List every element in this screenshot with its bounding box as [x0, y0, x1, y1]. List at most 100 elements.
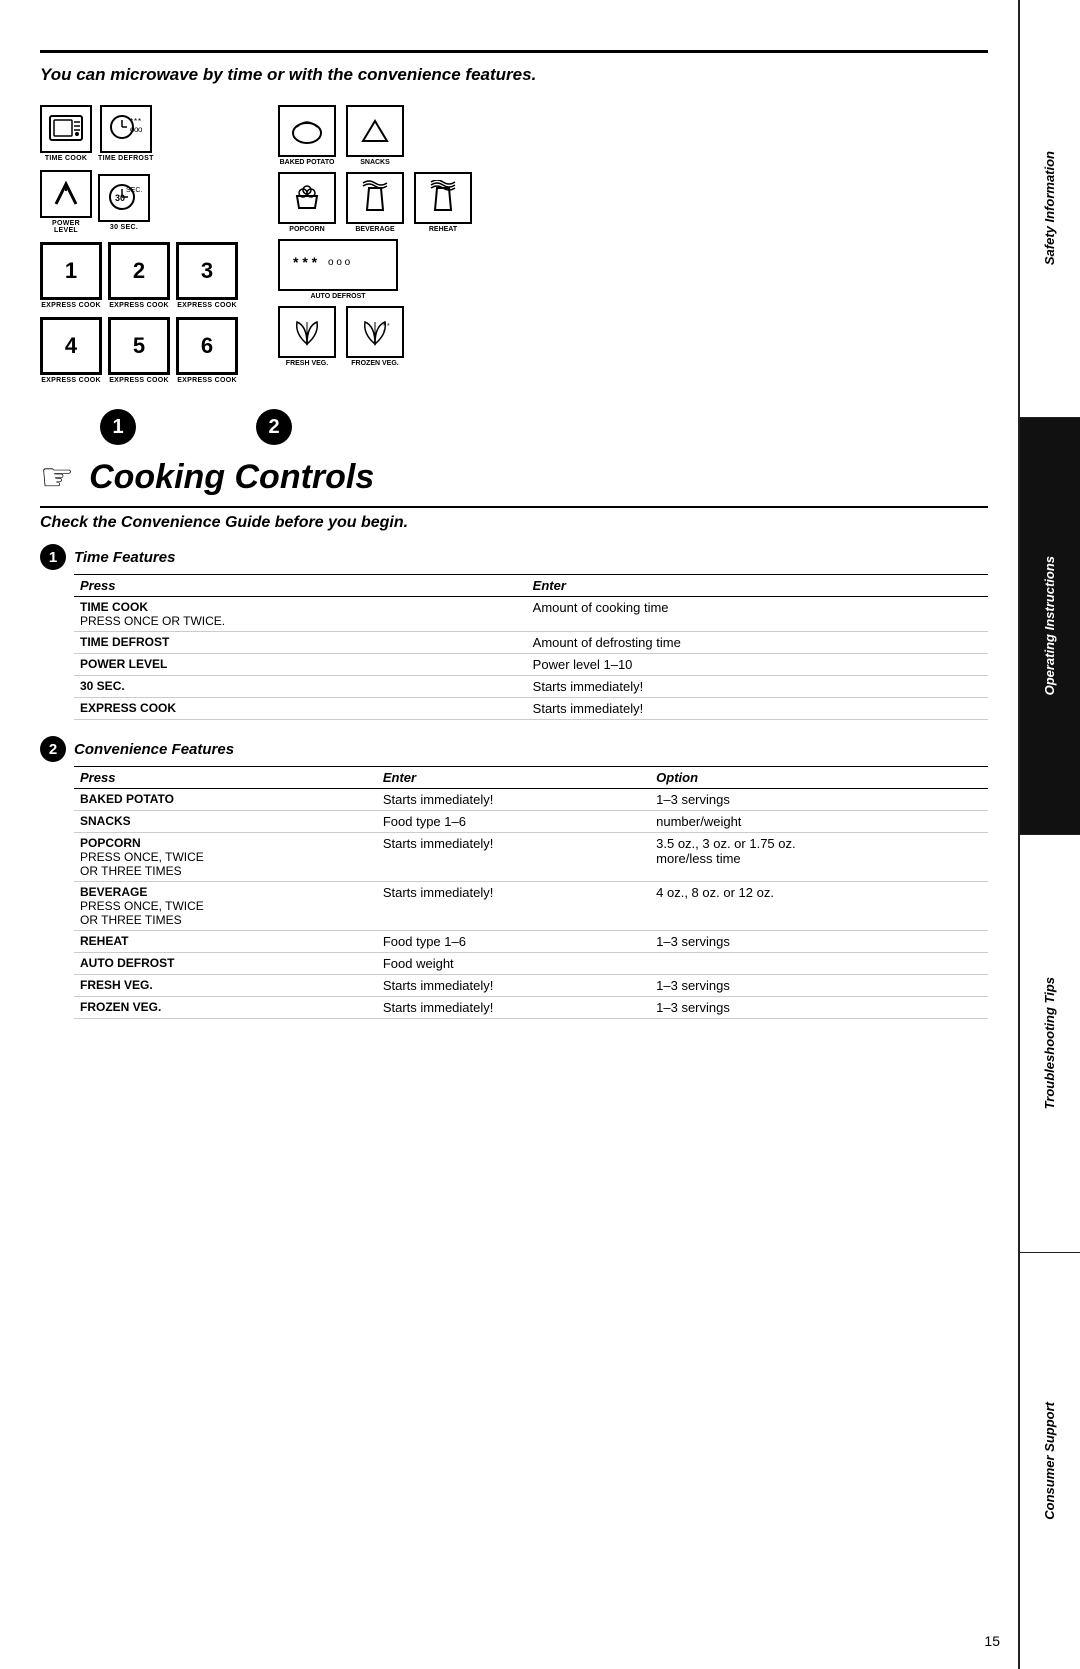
popcorn-item: POPCORN [278, 172, 336, 233]
snacks-enter: Food type 1–6 [377, 811, 650, 833]
time-features-title: Time Features [74, 549, 175, 566]
express-cook-4[interactable]: 4 [40, 317, 102, 375]
30sec-label: 30 SEC. [110, 224, 138, 231]
express-cook-press: EXPRESS COOK [74, 698, 527, 720]
express-6-item: 6 EXPRESS COOK [176, 317, 238, 384]
express-cook-3[interactable]: 3 [176, 242, 238, 300]
power-level-enter: Power level 1–10 [527, 654, 988, 676]
conv-row-1: BAKED POTATO SNACKS [278, 105, 472, 166]
time-cook-btn-item: TIME COOK [40, 105, 92, 162]
right-sidebar: Safety Information Operating Instruction… [1018, 0, 1080, 1669]
controls-diagram: TIME COOK * * * o [40, 105, 988, 384]
svg-text:*: * [387, 323, 390, 330]
fresh-veg-button[interactable] [278, 306, 336, 358]
reheat-icon [423, 180, 463, 216]
express-6-label: EXPRESS COOK [177, 377, 237, 384]
express-cook-5[interactable]: 5 [108, 317, 170, 375]
express-cook-1[interactable]: 1 [40, 242, 102, 300]
express-row-456: 4 EXPRESS COOK 5 EXPRESS COOK 6 EXPRESS … [40, 317, 238, 384]
snacks-press: SNACKS [74, 811, 377, 833]
reheat-button[interactable] [414, 172, 472, 224]
snacks-label: SNACKS [360, 159, 390, 166]
conv-row-3: * * * o o o AUTO DEFROST [278, 239, 472, 300]
reheat-press: REHEAT [74, 931, 377, 953]
express-row-123: 1 EXPRESS COOK 2 EXPRESS COOK 3 EXPRESS … [40, 242, 238, 309]
express-5-item: 5 EXPRESS COOK [108, 317, 170, 384]
controls-right: BAKED POTATO SNACKS [278, 105, 472, 367]
power-level-button[interactable] [40, 170, 92, 218]
auto-defrost-label: AUTO DEFROST [310, 293, 365, 300]
express-4-label: EXPRESS COOK [41, 377, 101, 384]
sidebar-section-troubleshooting: Troubleshooting Tips [1020, 835, 1080, 1253]
beverage-item: BEVERAGE [346, 172, 404, 233]
bubble-1: 1 [100, 409, 136, 445]
page-container: Safety Information Operating Instruction… [0, 0, 1080, 1669]
sidebar-section-operating: Operating Instructions [1020, 418, 1080, 836]
time-defrost-button[interactable]: * * * o o o [100, 105, 152, 153]
table-row: REHEAT Food type 1–6 1–3 servings [74, 931, 988, 953]
time-features-table: Press Enter TIME COOKPress once or twice… [74, 574, 988, 720]
time-defrost-enter: Amount of defrosting time [527, 632, 988, 654]
express-4-item: 4 EXPRESS COOK [40, 317, 102, 384]
time-defrost-btn-item: * * * o o o TIME DEFROST [98, 105, 154, 162]
baked-potato-button[interactable] [278, 105, 336, 157]
30sec-button[interactable]: 30 SEC. [98, 174, 150, 222]
convenience-features-circle: 2 [40, 736, 66, 762]
conv-row-4: FRESH VEG. * * * [278, 306, 472, 367]
frozen-veg-enter: Starts immediately! [377, 997, 650, 1019]
power-level-icon [51, 179, 81, 209]
subheading: Check the Convenience Guide before you b… [40, 514, 988, 532]
popcorn-enter: Starts immediately! [377, 833, 650, 882]
popcorn-option: 3.5 oz., 3 oz. or 1.75 oz.more/less time [650, 833, 988, 882]
time-buttons-row: TIME COOK * * * o [40, 105, 238, 162]
convenience-features-title: Convenience Features [74, 741, 234, 758]
reheat-enter: Food type 1–6 [377, 931, 650, 953]
frozen-veg-icon: * * * [355, 314, 395, 350]
svg-text:o o o: o o o [328, 257, 351, 268]
snacks-option: number/weight [650, 811, 988, 833]
time-features-header: 1 Time Features [40, 544, 988, 570]
time-cook-label: TIME COOK [45, 155, 87, 162]
30sec-btn-item: 30 SEC. 30 SEC. [98, 174, 150, 231]
auto-defrost-enter: Food weight [377, 953, 650, 975]
auto-defrost-button[interactable]: * * * o o o [278, 239, 398, 291]
conv-enter-header: Enter [377, 767, 650, 789]
frozen-veg-button[interactable]: * * * [346, 306, 404, 358]
convenience-features-header: 2 Convenience Features [40, 736, 988, 762]
table-row: FRESH VEG. Starts immediately! 1–3 servi… [74, 975, 988, 997]
convenience-features-table: Press Enter Option BAKED POTATO Starts i… [74, 766, 988, 1019]
auto-defrost-press: AUTO DEFROST [74, 953, 377, 975]
popcorn-button[interactable] [278, 172, 336, 224]
fresh-veg-item: FRESH VEG. [278, 306, 336, 367]
table-row: FROZEN VEG. Starts immediately! 1–3 serv… [74, 997, 988, 1019]
auto-defrost-item: * * * o o o AUTO DEFROST [278, 239, 398, 300]
time-enter-header: Enter [527, 575, 988, 597]
express-1-item: 1 EXPRESS COOK [40, 242, 102, 309]
snacks-button[interactable] [346, 105, 404, 157]
frozen-veg-label: FROZEN VEG. [351, 360, 398, 367]
time-cook-button[interactable] [40, 105, 92, 153]
main-content: You can microwave by time or with the co… [0, 0, 1018, 1055]
svg-text:* * *: * * * [293, 254, 318, 270]
time-features-circle: 1 [40, 544, 66, 570]
express-3-label: EXPRESS COOK [177, 302, 237, 309]
table-row: TIME COOKPress once or twice. Amount of … [74, 597, 988, 632]
snacks-icon [355, 113, 395, 149]
power-level-btn-item: POWERLEVEL [40, 170, 92, 234]
express-2-label: EXPRESS COOK [109, 302, 169, 309]
reheat-option: 1–3 servings [650, 931, 988, 953]
express-cook-2[interactable]: 2 [108, 242, 170, 300]
express-cook-enter: Starts immediately! [527, 698, 988, 720]
bubble-2: 2 [256, 409, 292, 445]
cooking-controls-title: Cooking Controls [89, 458, 374, 497]
fresh-veg-enter: Starts immediately! [377, 975, 650, 997]
express-3-item: 3 EXPRESS COOK [176, 242, 238, 309]
popcorn-icon [287, 180, 327, 216]
30sec-press: 30 SEC. [74, 676, 527, 698]
svg-text:o: o [138, 125, 143, 134]
express-cook-6[interactable]: 6 [176, 317, 238, 375]
svg-text:*: * [383, 329, 386, 336]
beverage-icon [355, 180, 395, 216]
time-defrost-icon: * * * o o o [108, 112, 144, 146]
beverage-button[interactable] [346, 172, 404, 224]
